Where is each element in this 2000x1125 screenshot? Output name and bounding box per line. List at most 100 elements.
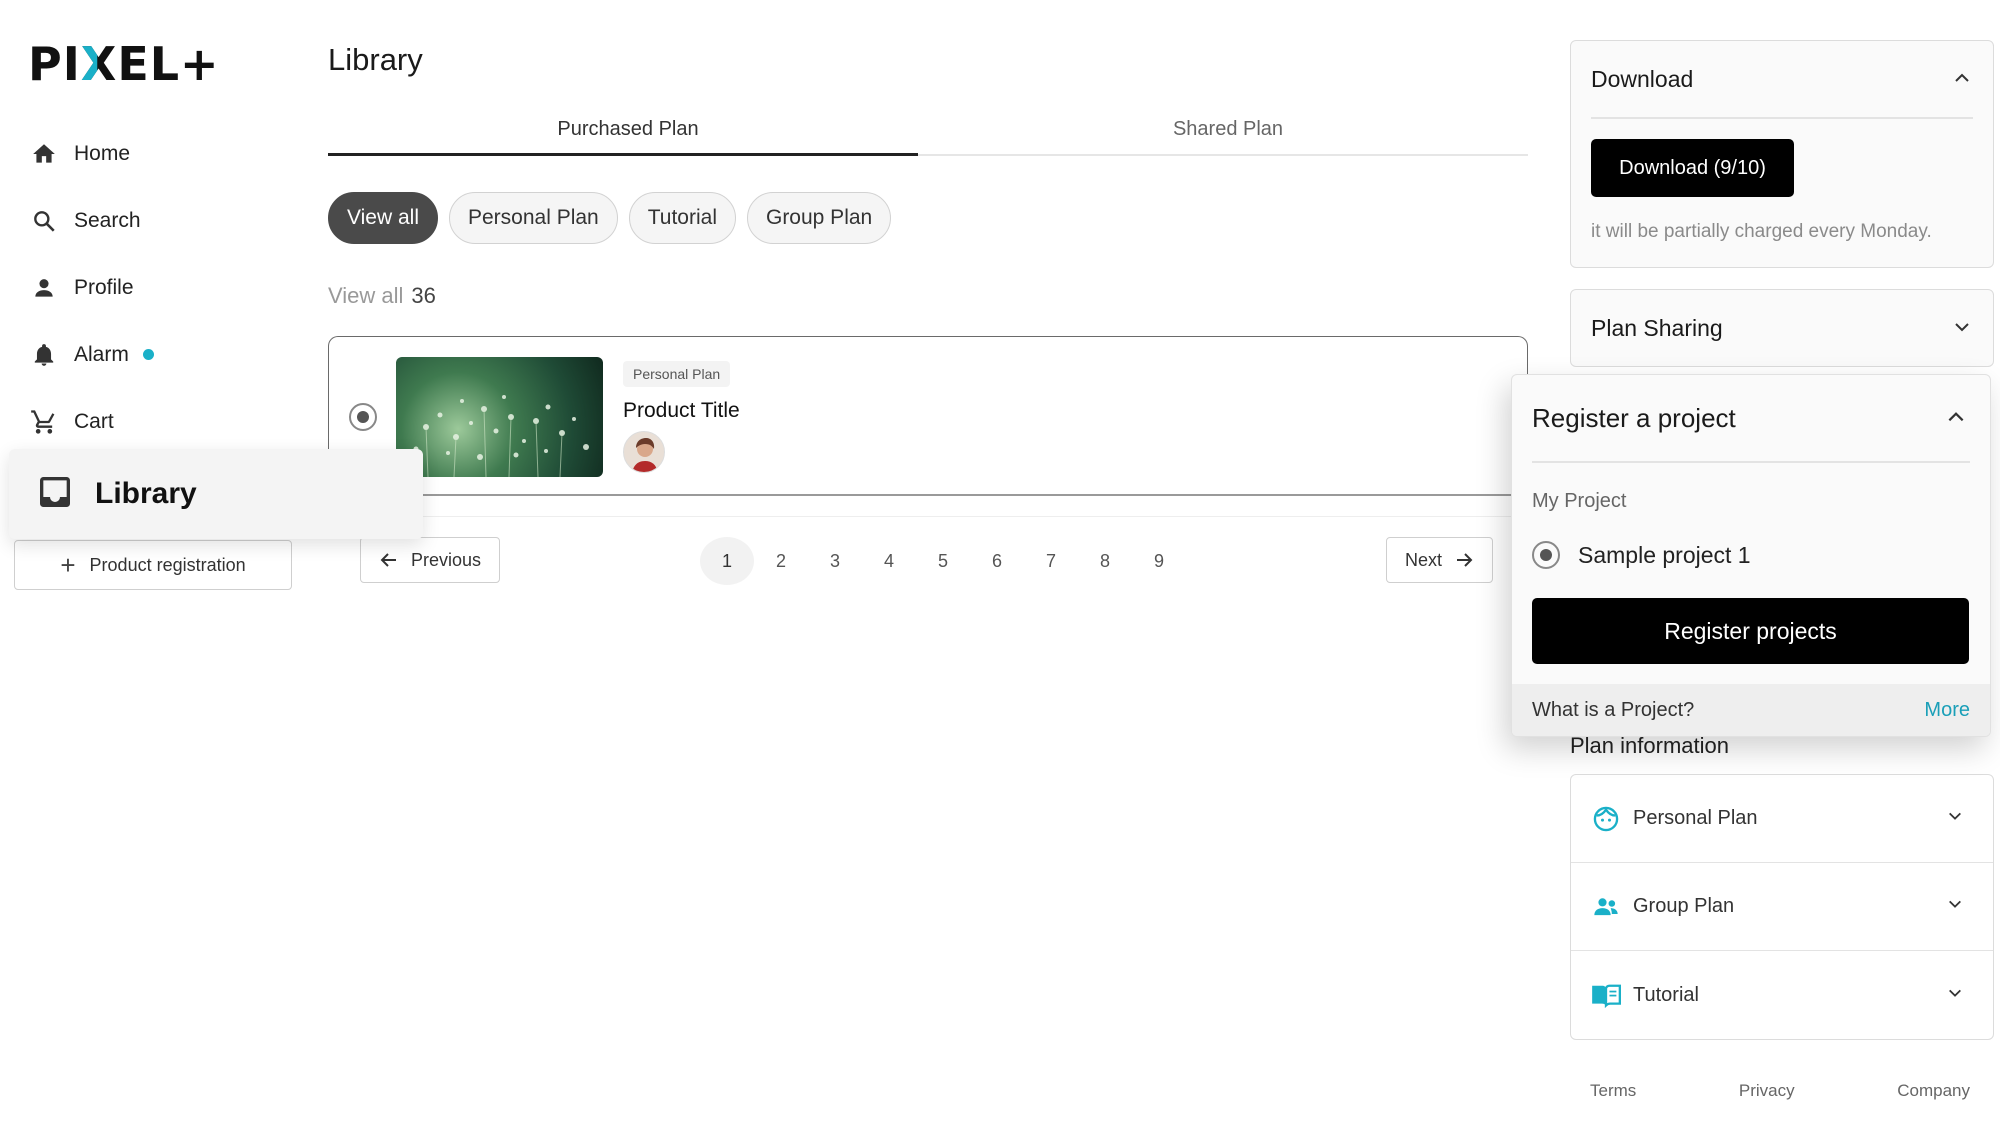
product-thumbnail xyxy=(396,357,603,477)
cart-icon xyxy=(28,406,60,438)
sidebar-item-label: Cart xyxy=(74,409,114,433)
search-icon xyxy=(28,205,60,237)
tab-purchased-plan[interactable]: Purchased Plan xyxy=(328,110,928,156)
footer-link-terms[interactable]: Terms xyxy=(1590,1081,1636,1101)
sidebar-item-cart[interactable]: Cart xyxy=(28,388,328,455)
tab-shared-plan[interactable]: Shared Plan xyxy=(928,110,1528,154)
register-project-header[interactable]: Register a project xyxy=(1512,375,1990,461)
divider xyxy=(1591,117,1973,119)
product-registration-button[interactable]: + Product registration xyxy=(14,540,292,590)
product-plan-tag: Personal Plan xyxy=(623,361,731,387)
page-number[interactable]: 4 xyxy=(862,537,916,585)
filter-chips: View all Personal Plan Tutorial Group Pl… xyxy=(328,192,892,244)
result-count-value: 36 xyxy=(411,283,436,308)
plan-sharing-panel[interactable]: Plan Sharing xyxy=(1570,289,1994,367)
footer-link-privacy[interactable]: Privacy xyxy=(1739,1081,1795,1101)
sidebar-item-search[interactable]: Search xyxy=(28,187,328,254)
sidebar-item-profile[interactable]: Profile xyxy=(28,254,328,321)
plan-info-label: Personal Plan xyxy=(1633,807,1758,829)
plan-information-list: Personal Plan Group Plan Tutorial xyxy=(1570,774,1994,1040)
sidebar-item-label: Home xyxy=(74,141,131,165)
result-count-label: View all xyxy=(328,283,404,308)
chevron-down-icon xyxy=(1953,315,1971,342)
library-tabs: Purchased Plan Shared Plan xyxy=(328,110,1528,156)
project-help-question: What is a Project? xyxy=(1532,698,1695,721)
download-panel-header[interactable]: Download xyxy=(1571,41,1993,117)
register-project-popover: Register a project My Project Sample pro… xyxy=(1511,374,1991,737)
previous-label: Previous xyxy=(411,549,482,570)
filter-chip-personal-plan[interactable]: Personal Plan xyxy=(448,192,618,244)
page-number[interactable]: 7 xyxy=(1024,537,1078,585)
plan-info-label: Tutorial xyxy=(1633,983,1699,1006)
page-number[interactable]: 8 xyxy=(1078,537,1132,585)
project-radio[interactable] xyxy=(1532,541,1560,569)
page-number[interactable]: 2 xyxy=(754,537,808,585)
result-count: View all 36 xyxy=(328,283,436,309)
plan-sharing-title: Plan Sharing xyxy=(1591,314,1723,341)
sidebar-item-home[interactable]: Home xyxy=(28,120,328,187)
product-card[interactable]: Personal Plan Product Title xyxy=(328,336,1528,496)
sidebar-item-label: Profile xyxy=(74,275,134,299)
arrow-right-icon xyxy=(1454,550,1474,570)
page-number[interactable]: 5 xyxy=(916,537,970,585)
inbox-icon xyxy=(35,472,75,517)
page-numbers: 1 2 3 4 5 6 7 8 9 xyxy=(700,537,1186,585)
filter-chip-tutorial[interactable]: Tutorial xyxy=(628,192,736,244)
pagination: Previous 1 2 3 4 5 6 7 8 9 Next xyxy=(328,516,1528,606)
plan-info-item-group[interactable]: Group Plan xyxy=(1571,863,1993,951)
plan-info-label: Group Plan xyxy=(1633,895,1735,917)
page-number[interactable]: 1 xyxy=(700,537,754,585)
brand-logo[interactable]: PIX X EL+ xyxy=(28,40,220,88)
product-select-radio[interactable] xyxy=(349,403,377,431)
logo-text-start: PI xyxy=(28,37,81,91)
plan-sharing-header[interactable]: Plan Sharing xyxy=(1571,290,1993,366)
register-project-title: Register a project xyxy=(1532,402,1736,433)
footer-link-company[interactable]: Company xyxy=(1897,1081,1970,1101)
project-option[interactable]: Sample project 1 xyxy=(1532,541,1751,569)
chevron-down-icon xyxy=(1947,896,1963,917)
group-icon xyxy=(1591,892,1621,922)
page-number[interactable]: 9 xyxy=(1132,537,1186,585)
register-projects-button[interactable]: Register projects xyxy=(1532,598,1969,664)
sidebar-item-library[interactable]: Library xyxy=(9,449,423,539)
page-number[interactable]: 3 xyxy=(808,537,862,585)
download-panel: Download Download (9/10) it will be part… xyxy=(1570,40,1994,268)
download-note: it will be partially charged every Monda… xyxy=(1591,221,1932,242)
plus-icon: + xyxy=(60,550,76,580)
download-button[interactable]: Download (9/10) xyxy=(1591,139,1794,197)
plan-info-item-tutorial[interactable]: Tutorial xyxy=(1571,951,1993,1039)
avatar xyxy=(623,431,665,473)
home-icon xyxy=(28,138,60,170)
book-icon xyxy=(1591,980,1621,1010)
next-label: Next xyxy=(1405,549,1443,570)
person-icon xyxy=(28,272,60,304)
divider xyxy=(1532,461,1970,463)
filter-chip-group-plan[interactable]: Group Plan xyxy=(746,192,892,244)
project-option-label: Sample project 1 xyxy=(1578,541,1751,568)
more-link[interactable]: More xyxy=(1924,699,1970,722)
download-panel-title: Download xyxy=(1591,65,1694,92)
logo-text-end: EL+ xyxy=(117,37,220,91)
previous-page-button[interactable]: Previous xyxy=(360,537,501,583)
sidebar-nav: Home Search Profile Alarm Cart xyxy=(28,120,328,455)
sidebar-item-label: Library xyxy=(95,477,197,510)
plan-info-item-personal[interactable]: Personal Plan xyxy=(1571,775,1993,863)
chevron-down-icon xyxy=(1947,985,1963,1006)
sidebar-item-label: Alarm xyxy=(74,342,129,366)
sidebar-item-alarm[interactable]: Alarm xyxy=(28,321,328,388)
arrow-left-icon xyxy=(379,550,399,570)
project-help-footer: What is a Project? More xyxy=(1512,684,1990,736)
logo-x-mark: XX xyxy=(80,37,118,91)
chevron-up-icon xyxy=(1953,66,1971,93)
product-title[interactable]: Product Title xyxy=(623,399,740,423)
chevron-up-icon xyxy=(1946,403,1966,434)
sidebar-item-label: Search xyxy=(74,208,141,232)
filter-chip-view-all[interactable]: View all xyxy=(328,192,438,244)
next-page-button[interactable]: Next xyxy=(1386,537,1494,583)
page-number[interactable]: 6 xyxy=(970,537,1024,585)
footer-links: Terms Privacy Company xyxy=(1590,1081,1970,1101)
chevron-down-icon xyxy=(1947,808,1963,829)
product-registration-label: Product registration xyxy=(89,554,246,575)
smiley-icon xyxy=(1591,804,1621,834)
bell-icon xyxy=(28,339,60,371)
